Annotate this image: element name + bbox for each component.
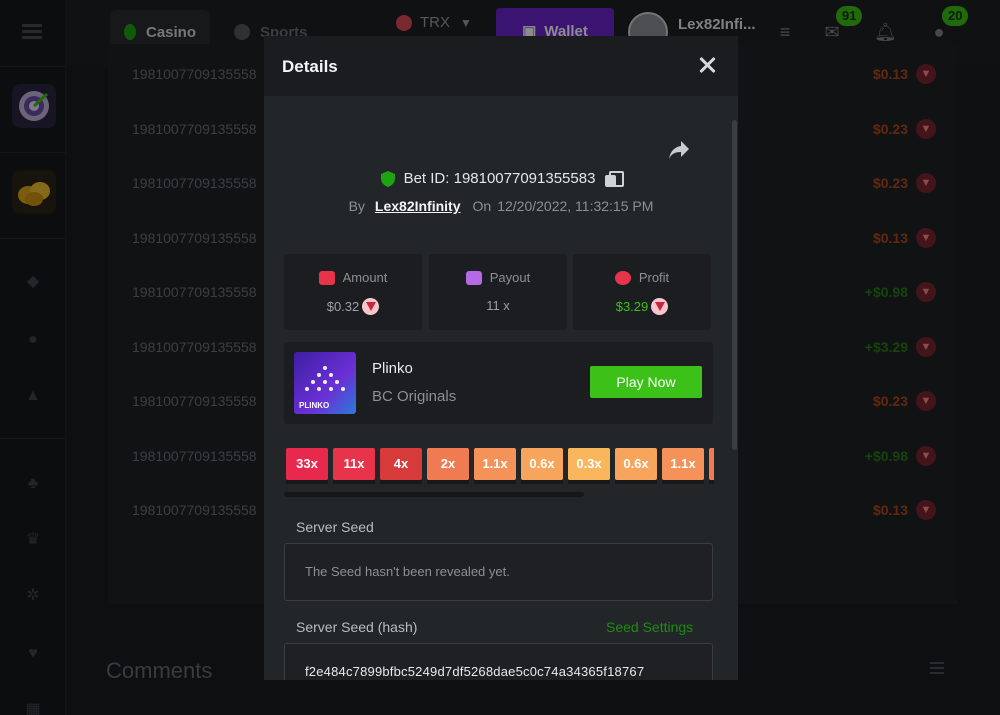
amount-stat: Amount $0.32: [284, 254, 422, 330]
server-seed-value: The Seed hasn't been revealed yet.: [305, 564, 510, 579]
multiplier-strip[interactable]: 33x 11x 4x 2x 1.1x 0.6x 0.3x 0.6x 1.1x: [286, 448, 714, 484]
server-seed-hash-value: f2e484c7899bfbc5249d7df5268dae5c0c74a343…: [305, 664, 645, 679]
trx-coin-icon: [651, 298, 669, 315]
by-label: By: [348, 198, 365, 214]
amount-value: $0.32: [326, 299, 360, 314]
payout-value: 11 x: [486, 298, 510, 313]
server-seed-hash-label: Server Seed (hash): [296, 619, 418, 635]
bet-id: Bet ID: 19810077091355583: [403, 170, 596, 187]
payout-label: Payout: [489, 270, 531, 285]
plinko-thumb-label: PLINKO: [299, 401, 330, 410]
details-modal: Details Bet ID: 19810077091355583 By Lex…: [264, 36, 738, 680]
bet-datetime: 12/20/2022, 11:32:15 PM: [497, 198, 654, 214]
profit-value: $3.29: [615, 299, 649, 314]
multiplier-chip: 0.3x: [568, 448, 610, 484]
on-label: On: [472, 198, 492, 214]
trx-coin-icon: [362, 298, 380, 315]
game-name: Plinko: [372, 360, 413, 377]
multiplier-chip-partial: [709, 448, 714, 484]
multiplier-scrollbar[interactable]: [284, 492, 584, 497]
bet-id-row: Bet ID: 19810077091355583: [264, 170, 738, 187]
copy-icon[interactable]: [605, 170, 625, 187]
share-icon[interactable]: [668, 140, 690, 160]
bet-author-row: By Lex82Infinity On 12/20/2022, 11:32:15…: [264, 198, 738, 214]
multiplier-chip: 33x: [286, 448, 328, 484]
server-seed-field[interactable]: The Seed hasn't been revealed yet.: [284, 543, 713, 601]
multiplier-chip: 0.6x: [521, 448, 563, 484]
game-provider: BC Originals: [372, 388, 457, 405]
payout-stat: Payout 11 x: [429, 254, 567, 330]
server-seed-hash-field[interactable]: f2e484c7899bfbc5249d7df5268dae5c0c74a343…: [284, 643, 713, 680]
server-seed-label: Server Seed: [296, 519, 374, 535]
multiplier-chip: 0.6x: [615, 448, 657, 484]
amount-label: Amount: [342, 270, 388, 285]
payout-icon: [465, 270, 482, 285]
profit-label: Profit: [638, 270, 670, 285]
seed-settings-link[interactable]: Seed Settings: [606, 619, 693, 635]
multiplier-chip: 4x: [380, 448, 422, 484]
multiplier-chip: 11x: [333, 448, 375, 484]
multiplier-chip: 2x: [427, 448, 469, 484]
shield-check-icon: [380, 170, 395, 187]
plinko-thumbnail[interactable]: PLINKO: [294, 352, 356, 414]
multiplier-chip: 1.1x: [662, 448, 704, 484]
multiplier-chip: 1.1x: [474, 448, 516, 484]
close-icon[interactable]: [698, 56, 716, 74]
amount-icon: [318, 270, 335, 285]
modal-title: Details: [282, 57, 338, 76]
profit-icon: [614, 270, 631, 285]
profit-stat: Profit $3.29: [573, 254, 711, 330]
game-card: PLINKO Plinko BC Originals Play Now: [284, 342, 713, 424]
bet-username-link[interactable]: Lex82Infinity: [375, 198, 461, 214]
play-now-button[interactable]: Play Now: [590, 366, 702, 398]
modal-header: Details: [264, 36, 738, 96]
